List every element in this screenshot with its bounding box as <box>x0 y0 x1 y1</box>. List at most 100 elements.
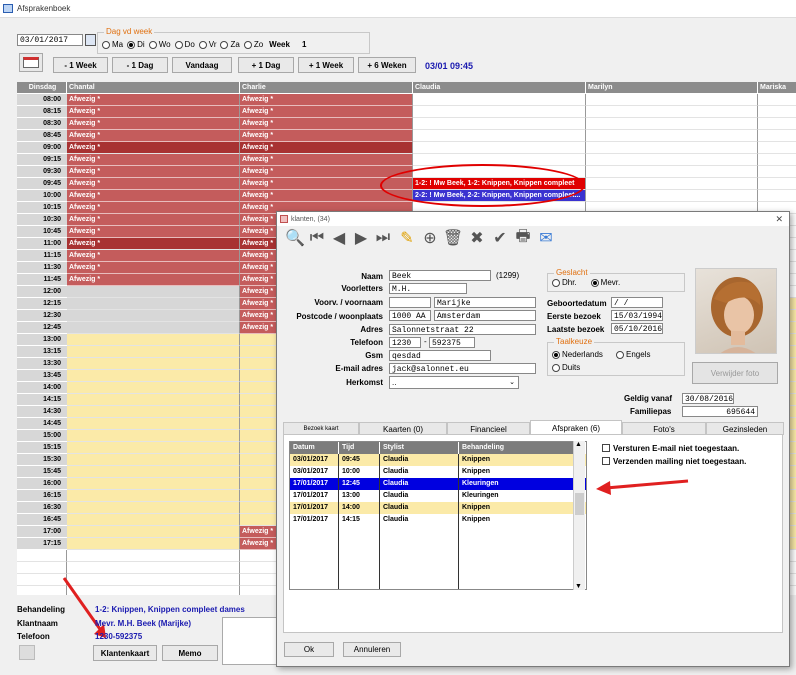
absent-slot[interactable]: Afwezig * <box>67 190 240 202</box>
tab-3[interactable]: Afspraken (6) <box>530 420 622 435</box>
time-slot[interactable] <box>67 382 240 394</box>
radio-dot[interactable] <box>220 40 229 49</box>
nav-button-5[interactable]: + 6 Weken <box>358 57 416 73</box>
time-slot[interactable] <box>67 310 240 322</box>
time-slot[interactable] <box>67 442 240 454</box>
herkomst-select[interactable]: .. ⌄ <box>389 376 519 389</box>
radio-dot[interactable] <box>127 40 136 49</box>
gender-radio-0[interactable]: Dhr. <box>552 278 577 287</box>
edit-icon[interactable]: ✎ <box>397 228 417 248</box>
language-radio-0[interactable]: Nederlands <box>552 350 612 359</box>
time-slot[interactable] <box>67 454 240 466</box>
absent-slot[interactable]: Afwezig * <box>240 94 413 106</box>
annuleren-button[interactable]: Annuleren <box>343 642 401 657</box>
time-slot[interactable] <box>413 142 586 154</box>
time-slot[interactable] <box>67 478 240 490</box>
radio-dot[interactable] <box>102 40 110 49</box>
absent-slot[interactable]: Afwezig * <box>67 178 240 190</box>
time-slot[interactable] <box>67 286 240 298</box>
tel-number-input[interactable]: 592375 <box>429 337 475 348</box>
absent-slot[interactable]: Afwezig * <box>67 166 240 178</box>
time-slot[interactable] <box>67 406 240 418</box>
remove-photo-button[interactable]: Verwijder foto <box>692 362 778 384</box>
list-scrollbar[interactable]: ▲ ▼ <box>573 441 585 590</box>
list-item[interactable]: 03/01/2017 10:00 Claudia Knippen <box>290 466 586 478</box>
prev-record-icon[interactable]: ◀ <box>329 228 349 248</box>
delete-icon[interactable]: 🗑 <box>443 228 463 248</box>
time-slot[interactable] <box>67 466 240 478</box>
first-record-icon[interactable]: ⏮ <box>307 228 327 248</box>
nav-button-0[interactable]: - 1 Week <box>53 57 108 73</box>
time-slot[interactable] <box>67 358 240 370</box>
absent-slot[interactable]: Afwezig * <box>240 154 413 166</box>
time-slot[interactable] <box>67 322 240 334</box>
time-slot[interactable] <box>413 118 586 130</box>
time-slot[interactable] <box>586 166 758 178</box>
woonplaats-input[interactable]: Amsterdam <box>434 310 536 321</box>
print-icon[interactable]: 🖶 <box>513 228 533 248</box>
radio-dot[interactable] <box>174 40 183 49</box>
memo-box[interactable] <box>222 617 278 665</box>
absent-slot[interactable]: Afwezig * <box>67 130 240 142</box>
empty-slot[interactable] <box>17 550 67 562</box>
radio-dot[interactable] <box>552 350 560 359</box>
time-slot[interactable] <box>758 142 796 154</box>
memo-button[interactable]: Memo <box>162 645 218 661</box>
time-slot[interactable] <box>758 130 796 142</box>
nav-button-2[interactable]: Vandaag <box>172 57 232 73</box>
day-radio-5[interactable]: Za <box>220 40 240 49</box>
list-item[interactable]: 17/01/2017 14:00 Claudia Knippen <box>290 502 586 514</box>
no-email-checkbox[interactable]: Versturen E-mail niet toegestaan. <box>602 444 739 453</box>
absent-slot[interactable]: Afwezig * <box>67 250 240 262</box>
nav-button-4[interactable]: + 1 Week <box>298 57 354 73</box>
absent-slot[interactable]: Afwezig * <box>67 202 240 214</box>
empty-slot[interactable] <box>17 562 67 574</box>
time-slot[interactable] <box>586 118 758 130</box>
list-header-cell[interactable]: Behandeling <box>459 442 574 454</box>
time-slot[interactable] <box>413 94 586 106</box>
list-item[interactable]: 03/01/2017 09:45 Claudia Knippen <box>290 454 586 466</box>
day-radio-1[interactable]: Di <box>127 40 145 49</box>
time-slot[interactable] <box>586 190 758 202</box>
time-slot[interactable] <box>586 154 758 166</box>
next-record-icon[interactable]: ▶ <box>351 228 371 248</box>
klantenkaart-button[interactable]: Klantenkaart <box>93 645 157 661</box>
time-slot[interactable] <box>586 130 758 142</box>
radio-dot[interactable] <box>198 40 207 49</box>
voorvoegsel-input[interactable] <box>389 297 431 308</box>
time-slot[interactable] <box>758 190 796 202</box>
list-item[interactable]: 17/01/2017 14:15 Claudia Knippen <box>290 514 586 526</box>
time-slot[interactable] <box>67 334 240 346</box>
empty-slot[interactable] <box>67 562 240 574</box>
last-record-icon[interactable]: ⏭ <box>373 228 393 248</box>
language-radio-1[interactable]: Engels <box>616 350 676 359</box>
add-record-icon[interactable]: ⊕ <box>420 228 440 248</box>
naam-input[interactable]: Beek <box>389 270 491 281</box>
scroll-up-icon[interactable]: ▲ <box>575 441 582 448</box>
voorletters-input[interactable]: M.H. <box>389 283 467 294</box>
eerste-bezoek-input[interactable]: 15/03/1994 <box>611 310 663 321</box>
cancel-icon[interactable]: ✖ <box>467 228 487 248</box>
time-slot[interactable] <box>586 94 758 106</box>
time-slot[interactable] <box>67 514 240 526</box>
nav-button-3[interactable]: + 1 Dag <box>238 57 294 73</box>
time-slot[interactable] <box>586 142 758 154</box>
radio-dot[interactable] <box>552 363 560 372</box>
day-radio-2[interactable]: Wo <box>148 40 171 49</box>
absent-slot[interactable]: Afwezig * <box>240 142 413 154</box>
gender-radio-1[interactable]: Mevr. <box>590 278 620 287</box>
geldig-vanaf-input[interactable]: 30/08/2016 <box>682 393 734 404</box>
radio-dot[interactable] <box>148 40 157 49</box>
time-slot[interactable] <box>758 178 796 190</box>
time-slot[interactable] <box>67 526 240 538</box>
nav-button-1[interactable]: - 1 Dag <box>112 57 168 73</box>
time-slot[interactable] <box>67 346 240 358</box>
absent-slot[interactable]: Afwezig * <box>67 106 240 118</box>
time-slot[interactable] <box>758 106 796 118</box>
absent-slot[interactable]: Afwezig * <box>67 238 240 250</box>
schedule-icon[interactable] <box>19 53 43 72</box>
radio-dot[interactable] <box>590 278 599 287</box>
time-slot[interactable] <box>67 490 240 502</box>
adres-input[interactable]: Salonnetstraat 22 <box>389 324 536 335</box>
day-radio-6[interactable]: Zo <box>243 40 263 49</box>
